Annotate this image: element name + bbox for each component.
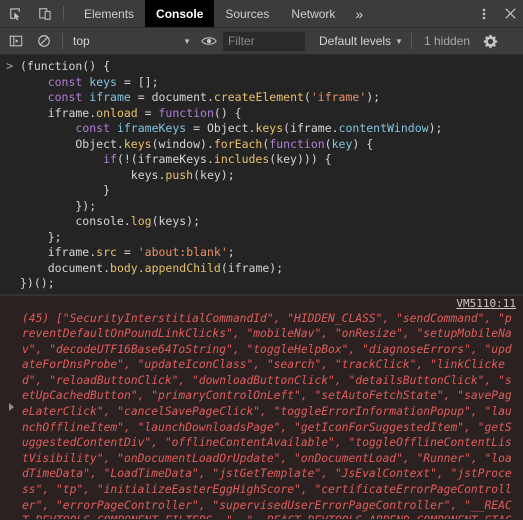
expand-triangle-icon[interactable] [9, 402, 14, 411]
console-sidebar-icon[interactable] [2, 28, 30, 55]
execution-context-select[interactable]: top ▼ [67, 32, 195, 51]
command-source-code: (function() { const keys = []; const ifr… [20, 59, 443, 290]
command-prompt-glyph: > [6, 59, 14, 73]
devtools-tabbar: Elements Console Sources Network » [0, 0, 523, 28]
console-toolbar: top ▼ Default levels ▼ 1 hidden [0, 28, 523, 55]
source-location-link[interactable]: VM5110:11 [456, 297, 516, 310]
execution-context-value: top [73, 34, 90, 48]
tabbar-divider [63, 6, 64, 21]
tab-elements[interactable]: Elements [73, 0, 145, 27]
hidden-messages-count: 1 hidden [423, 34, 471, 48]
console-command-row: > (function() { const keys = []; const i… [0, 55, 523, 295]
console-message-list[interactable]: > (function() { const keys = []; const i… [0, 55, 523, 519]
chevron-down-icon: ▼ [183, 36, 191, 46]
tab-sources[interactable]: Sources [214, 0, 280, 27]
toolbar-divider-2 [410, 33, 412, 49]
more-tabs-button[interactable]: » [346, 0, 372, 27]
vertical-dots-icon[interactable] [471, 0, 497, 27]
toolbar-divider-1 [62, 33, 63, 49]
tab-console[interactable]: Console [145, 0, 215, 27]
array-result-output[interactable]: (45) ["SecurityInterstitialCommandId", "… [22, 311, 517, 520]
device-toolbar-icon[interactable] [30, 0, 60, 27]
inspect-element-icon[interactable] [0, 0, 30, 27]
tabbar-right-actions [471, 0, 523, 27]
close-icon[interactable] [497, 0, 523, 27]
chevron-down-icon: ▼ [395, 36, 403, 46]
tab-network[interactable]: Network [280, 0, 346, 27]
panel-tabs: Elements Console Sources Network » [73, 0, 372, 27]
clear-console-icon[interactable] [30, 28, 58, 55]
filter-input[interactable] [223, 31, 305, 51]
log-levels-label: Default levels [319, 34, 392, 48]
gear-icon[interactable] [476, 28, 504, 55]
console-result-row: VM5110:11 (45) ["SecurityInterstitialCom… [0, 294, 523, 520]
live-expression-eye-icon[interactable] [195, 28, 223, 55]
log-levels-select[interactable]: Default levels ▼ [315, 34, 407, 48]
